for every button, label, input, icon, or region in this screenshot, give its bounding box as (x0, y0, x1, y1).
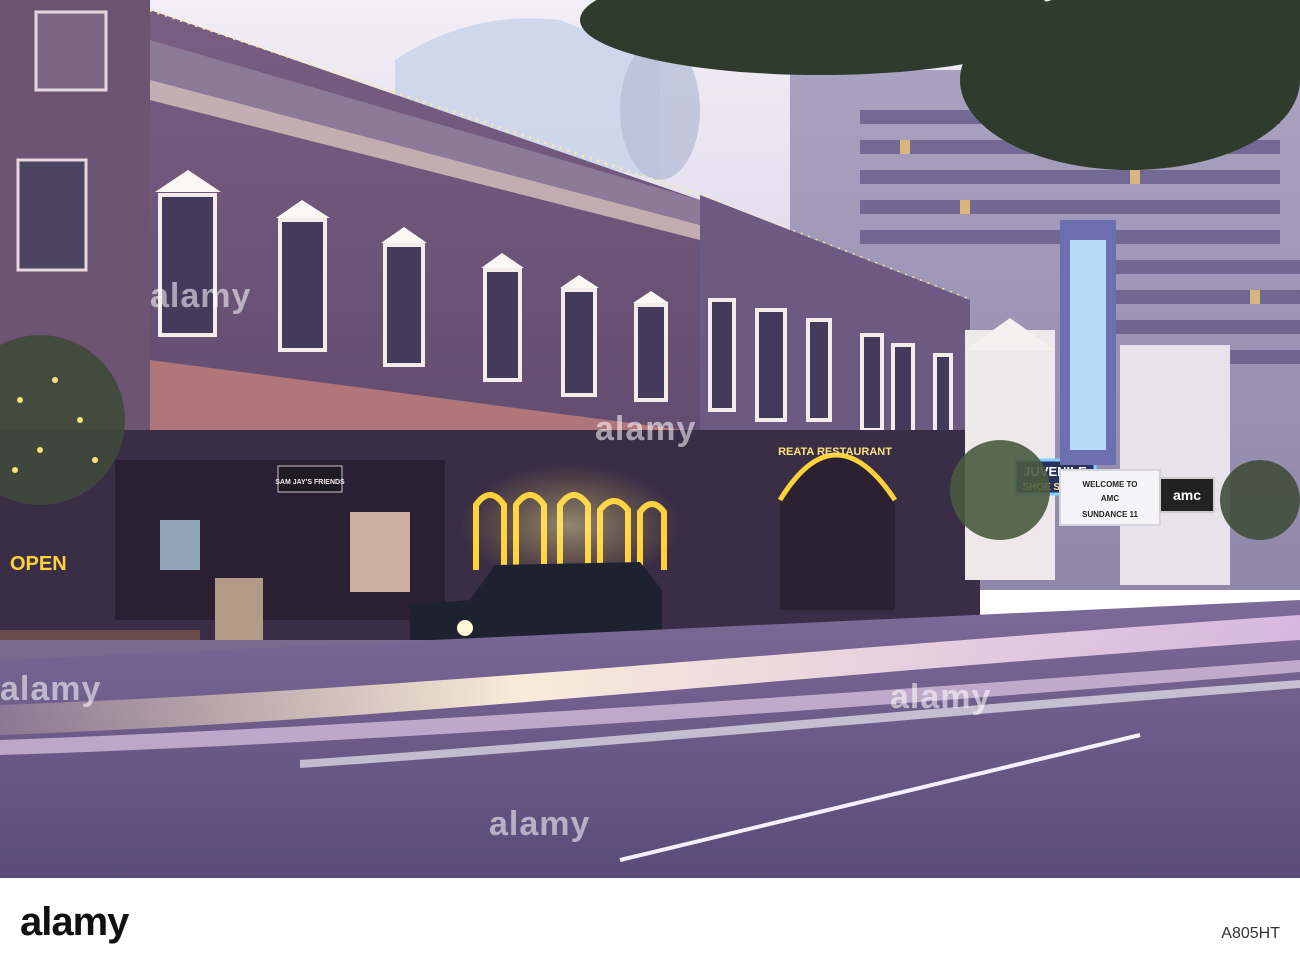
watermark: alamy (595, 410, 697, 448)
open-sign: OPEN (10, 553, 67, 575)
street-photo: REATA RESTAURANT SAM JAY'S FRIENDS OPEN … (0, 0, 1300, 878)
amc-sign-text: amc (1173, 487, 1201, 503)
watermark: alamy (489, 805, 591, 843)
watermark: alamy (150, 277, 252, 315)
watermark: alamy (890, 678, 992, 716)
image-id: A805HT (1221, 925, 1280, 942)
shop-sign: SAM JAY'S FRIENDS (275, 479, 345, 486)
footer-bar (0, 878, 1300, 967)
reata-sign: REATA RESTAURANT (778, 446, 892, 458)
watermark: alamy (0, 670, 102, 708)
poster (350, 512, 410, 592)
right-tree (950, 440, 1050, 540)
theatre-building (1120, 345, 1230, 585)
marquee-line-3: SUNDANCE 11 (1082, 510, 1139, 519)
marquee-line-1: WELCOME TO (1083, 480, 1138, 489)
marquee-line-2: AMC (1101, 494, 1119, 503)
shop-window (160, 520, 200, 570)
brand-logo: alamy (20, 900, 129, 944)
